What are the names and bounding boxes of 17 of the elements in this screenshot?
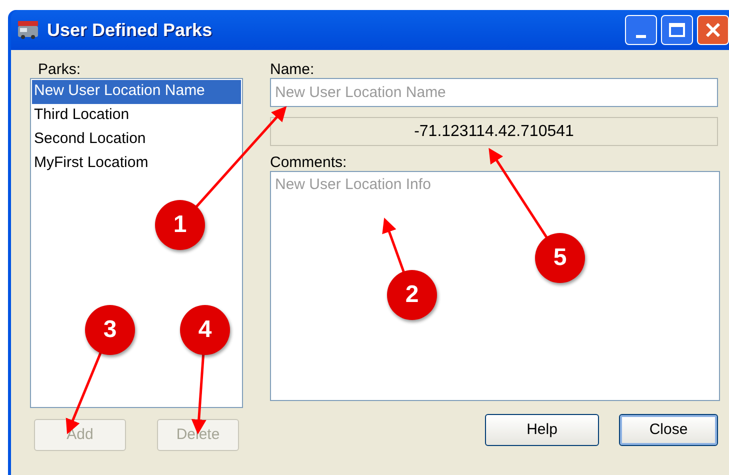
parks-label: Parks: (38, 62, 82, 78)
window-title: User Defined Parks (47, 18, 212, 42)
vehicle-icon (17, 20, 39, 40)
list-item[interactable]: MyFirst Locatiom (32, 152, 241, 176)
dialog-button[interactable]: Close (619, 414, 718, 446)
list-item[interactable]: Second Location (32, 128, 241, 152)
coordinates-field: -71.123114.42.710541 (270, 117, 718, 146)
name-field[interactable]: New User Location Name (270, 78, 718, 107)
close-icon (705, 22, 721, 38)
close-button[interactable] (697, 15, 729, 45)
name-label: Name: (270, 62, 316, 78)
dialog-button[interactable]: Help (485, 414, 599, 446)
list-item[interactable]: Third Location (32, 104, 241, 128)
minimize-button[interactable] (625, 15, 657, 45)
maximize-button[interactable] (661, 15, 693, 45)
list-item[interactable]: New User Location Name (32, 80, 241, 104)
comments-label: Comments: (270, 154, 348, 171)
